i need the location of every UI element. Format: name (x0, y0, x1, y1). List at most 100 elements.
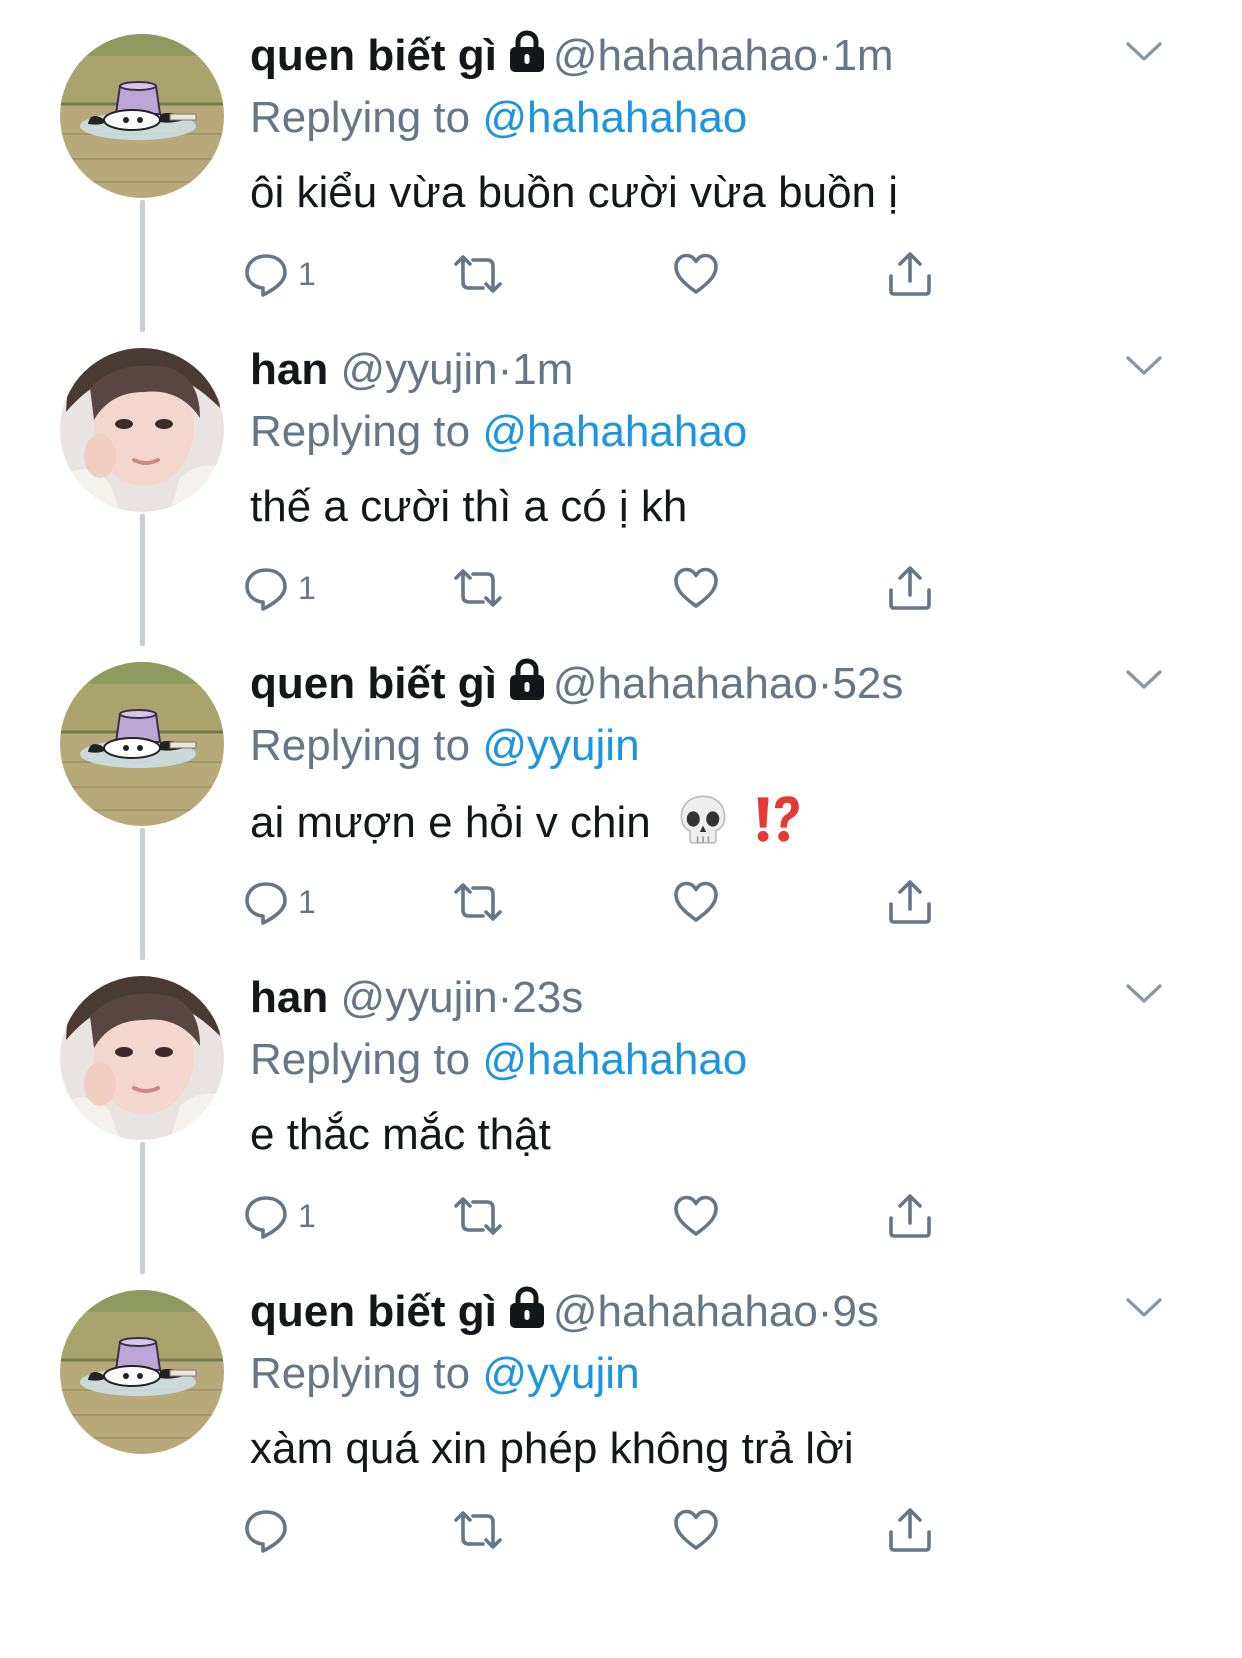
kuromi-avatar-image (60, 662, 224, 826)
tweet-text: xàm quá xin phép không trả lời (250, 1424, 854, 1473)
interrobang-icon (749, 793, 801, 845)
heart-icon (672, 250, 720, 298)
separator: · (817, 31, 833, 80)
chevron-down-icon[interactable] (1124, 40, 1164, 64)
avatar[interactable] (60, 662, 224, 826)
retweet-button[interactable] (450, 1502, 506, 1558)
avatar[interactable] (60, 976, 224, 1140)
retweet-button[interactable] (450, 246, 506, 302)
display-name[interactable]: quen biết gì (250, 659, 497, 708)
retweet-icon (450, 1192, 506, 1240)
reply-icon (242, 1506, 290, 1554)
separator: · (497, 973, 513, 1022)
user-handle[interactable]: @hahahahao (553, 1287, 818, 1336)
reply-icon (242, 250, 290, 298)
tweet-text: thế a cười thì a có ị kh (250, 482, 688, 531)
timestamp[interactable]: 1m (832, 31, 893, 80)
share-button[interactable] (886, 1502, 934, 1558)
like-button[interactable] (672, 560, 720, 616)
reply-button[interactable] (242, 1502, 298, 1558)
user-handle[interactable]: @yyujin (340, 973, 497, 1022)
chevron-down-icon[interactable] (1124, 1296, 1164, 1320)
share-button[interactable] (886, 874, 934, 930)
user-handle[interactable]: @yyujin (340, 345, 497, 394)
reply-mention-link[interactable]: @hahahahao (482, 93, 747, 142)
reply-mention-link[interactable]: @hahahahao (482, 407, 747, 456)
retweet-icon (450, 250, 506, 298)
timestamp[interactable]: 52s (832, 659, 903, 708)
display-name[interactable]: quen biết gì (250, 1287, 497, 1336)
tweet[interactable]: quen biết gì @hahahahao·9s Replying to @y… (0, 1256, 1242, 1588)
replying-to: Replying to @hahahahao (250, 90, 747, 146)
tweet[interactable]: quen biết gì @hahahahao·52s Replying to @… (0, 628, 1242, 960)
replying-to: Replying to @hahahahao (250, 1032, 747, 1088)
tweet-header: quen biết gì @hahahahao·9s (250, 1284, 1102, 1340)
display-name[interactable]: han (250, 345, 328, 394)
replying-prefix: Replying to (250, 1349, 471, 1398)
lock-icon (507, 1286, 547, 1330)
heart-icon (672, 564, 720, 612)
lock-icon (507, 30, 547, 74)
chevron-down-icon[interactable] (1124, 354, 1164, 378)
reply-mention-link[interactable]: @hahahahao (482, 1035, 747, 1084)
tweet-actions: 1 (250, 874, 1010, 930)
like-button[interactable] (672, 1502, 720, 1558)
chevron-down-icon[interactable] (1124, 982, 1164, 1006)
share-icon (886, 1192, 934, 1240)
reply-button[interactable]: 1 (242, 560, 316, 616)
heart-icon (672, 1506, 720, 1554)
like-button[interactable] (672, 246, 720, 302)
timestamp[interactable]: 23s (512, 973, 583, 1022)
reply-button[interactable]: 1 (242, 874, 316, 930)
share-button[interactable] (886, 246, 934, 302)
like-button[interactable] (672, 1188, 720, 1244)
share-button[interactable] (886, 1188, 934, 1244)
lock-icon (507, 658, 547, 702)
display-name[interactable]: han (250, 973, 328, 1022)
user-handle[interactable]: @hahahahao (553, 31, 818, 80)
reply-icon (242, 878, 290, 926)
separator: · (817, 1287, 833, 1336)
tweet-header: quen biết gì @hahahahao·1m (250, 28, 1102, 84)
share-icon (886, 878, 934, 926)
separator: · (817, 659, 833, 708)
display-name[interactable]: quen biết gì (250, 31, 497, 80)
tweet-actions: 1 (250, 560, 1010, 616)
replying-to: Replying to @yyujin (250, 1346, 640, 1402)
tweet-actions (250, 1502, 1010, 1558)
tweet[interactable]: han @yyujin·23s Replying to @hahahahao e… (0, 942, 1242, 1274)
replying-prefix: Replying to (250, 407, 471, 456)
timestamp[interactable]: 9s (832, 1287, 878, 1336)
chevron-down-icon[interactable] (1124, 668, 1164, 692)
reply-mention-link[interactable]: @yyujin (482, 1349, 639, 1398)
tweet[interactable]: han @yyujin·1m Replying to @hahahahao th… (0, 314, 1242, 646)
tweet-header: quen biết gì @hahahahao·52s (250, 656, 1102, 712)
tweet-text: e thắc mắc thật (250, 1110, 551, 1159)
avatar[interactable] (60, 34, 224, 198)
retweet-button[interactable] (450, 1188, 506, 1244)
tweet-actions: 1 (250, 246, 1010, 302)
retweet-button[interactable] (450, 874, 506, 930)
tweet[interactable]: quen biết gì @hahahahao·1m Replying to @h… (0, 0, 1242, 332)
avatar[interactable] (60, 348, 224, 512)
heart-icon (672, 1192, 720, 1240)
like-button[interactable] (672, 874, 720, 930)
timestamp[interactable]: 1m (512, 345, 573, 394)
share-icon (886, 1506, 934, 1554)
avatar[interactable] (60, 1290, 224, 1454)
reply-mention-link[interactable]: @yyujin (482, 721, 639, 770)
share-button[interactable] (886, 560, 934, 616)
reply-button[interactable]: 1 (242, 1188, 316, 1244)
share-icon (886, 250, 934, 298)
kuromi-avatar-image (60, 34, 224, 198)
kuromi-avatar-image (60, 1290, 224, 1454)
tweet-text-row: ai mượn e hỏi v chin (250, 793, 801, 851)
reply-icon (242, 1192, 290, 1240)
reply-button[interactable]: 1 (242, 246, 316, 302)
user-handle[interactable]: @hahahahao (553, 659, 818, 708)
separator: · (497, 345, 513, 394)
replying-prefix: Replying to (250, 1035, 471, 1084)
retweet-button[interactable] (450, 560, 506, 616)
retweet-icon (450, 1506, 506, 1554)
reply-count: 1 (298, 883, 316, 920)
